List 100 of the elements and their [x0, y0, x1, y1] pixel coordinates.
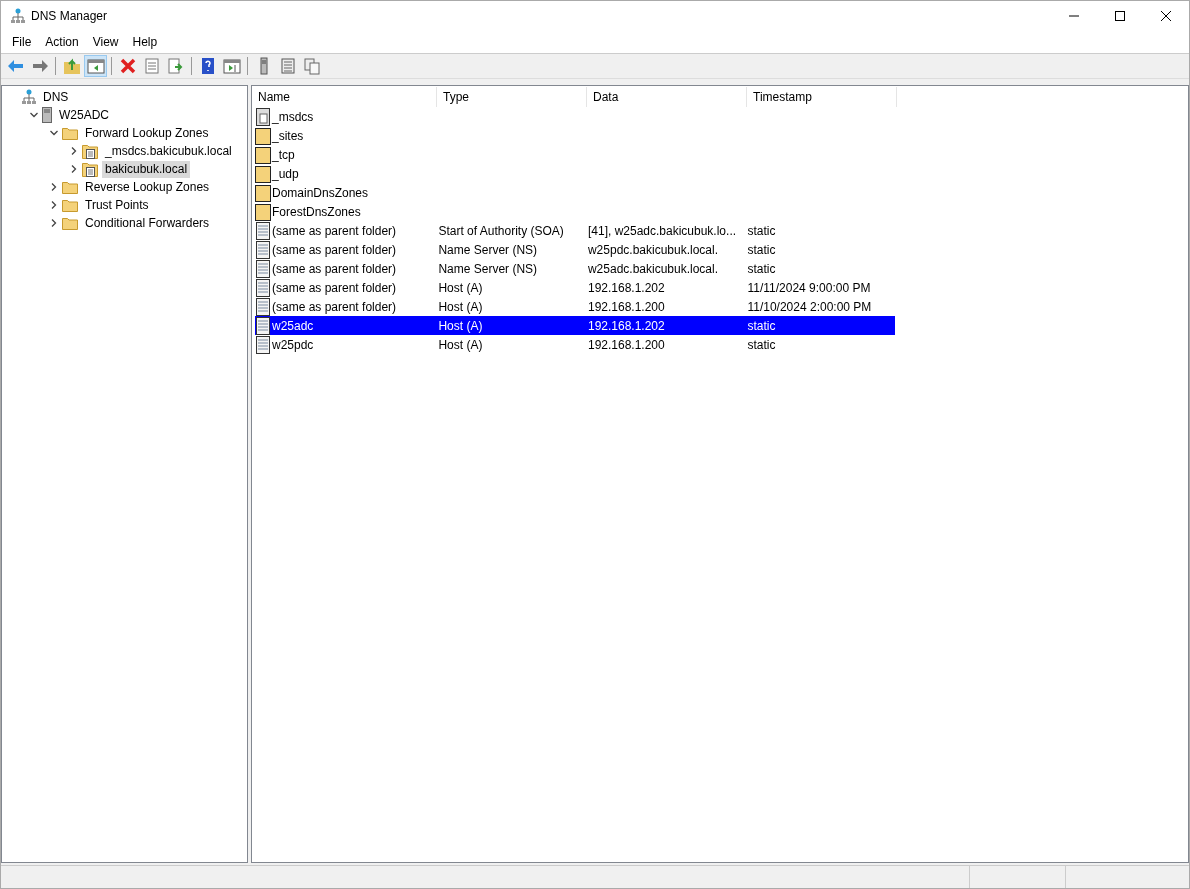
action-pane-icon [222, 57, 241, 75]
table-cell-text: static [746, 242, 777, 257]
window-title: DNS Manager [31, 9, 109, 23]
network-icon [22, 89, 36, 105]
table-cell-text: w25pdc [271, 337, 315, 352]
delete-icon [118, 57, 137, 75]
column-header[interactable]: Data [587, 87, 747, 107]
table-row[interactable]: _msdcs [255, 107, 895, 126]
table-row[interactable]: (same as parent folder) Start of Authority (SOA) [41], w25adc.bakicubuk.lo... static [255, 221, 895, 240]
chevron-right-icon[interactable] [49, 200, 59, 210]
chevron-right-icon[interactable] [69, 164, 79, 174]
tree-item[interactable]: DNS [40, 88, 72, 106]
folder-icon [255, 202, 271, 221]
table-cell-text: w25adc [271, 318, 315, 333]
list-icon [278, 57, 297, 75]
table-cell-text: _udp [271, 166, 300, 181]
folder-icon [255, 145, 271, 164]
folder-icon [255, 126, 271, 145]
maximize-icon [1114, 10, 1126, 22]
table-row[interactable]: _tcp [255, 145, 895, 164]
table-cell-text: (same as parent folder) [271, 223, 398, 238]
table-row[interactable]: ForestDnsZones [255, 202, 895, 221]
table-cell-text: Start of Authority (SOA) [437, 223, 565, 238]
properties-icon [142, 57, 161, 75]
chevron-down-icon[interactable] [29, 110, 39, 120]
record-icon [255, 221, 271, 240]
chevron-down-icon[interactable] [49, 128, 59, 138]
close-icon [1160, 10, 1172, 22]
chevron-right-icon[interactable] [49, 218, 59, 228]
table-cell-text: ForestDnsZones [271, 204, 362, 219]
server-icon [42, 107, 52, 123]
record-icon [255, 335, 271, 354]
tree-item[interactable]: Reverse Lookup Zones [82, 178, 213, 196]
folder-icon [255, 164, 271, 183]
table-cell-text: (same as parent folder) [271, 261, 398, 276]
panel-button[interactable] [84, 55, 107, 77]
table-cell-text: Host (A) [437, 337, 484, 352]
tree-item[interactable]: bakicubuk.local [102, 160, 191, 178]
table-cell-text: Name Server (NS) [437, 242, 539, 257]
record-icon [255, 259, 271, 278]
table-cell-text: 192.168.1.202 [586, 280, 666, 295]
copy-icon [302, 57, 321, 75]
network-icon [11, 8, 25, 24]
menu-item[interactable]: Action [38, 35, 86, 49]
export-icon [166, 57, 185, 75]
table-row[interactable]: _udp [255, 164, 895, 183]
forward-icon [30, 57, 49, 75]
table-cell-text: static [746, 337, 777, 352]
tree-item[interactable]: Forward Lookup Zones [82, 124, 212, 142]
table-cell-text: [41], w25adc.bakicubuk.lo... [586, 223, 738, 238]
table-row[interactable]: (same as parent folder) Host (A) 192.168.1.202 11/11/2024 9:00:00 PM [255, 278, 895, 297]
table-row[interactable]: w25adc Host (A) 192.168.1.202 static [255, 316, 895, 335]
table-row[interactable]: _sites [255, 126, 895, 145]
table-row[interactable]: DomainDnsZones [255, 183, 895, 202]
folder-icon [62, 198, 78, 212]
table-cell-text: Host (A) [437, 318, 484, 333]
table-cell-text: static [746, 318, 777, 333]
table-cell-text: Host (A) [437, 280, 484, 295]
tree-item[interactable]: Conditional Forwarders [82, 214, 213, 232]
table-cell-text: static [746, 261, 777, 276]
table-cell-text: (same as parent folder) [271, 280, 398, 295]
tree-item[interactable]: W25ADC [56, 106, 112, 124]
column-header[interactable]: Name [252, 87, 437, 107]
folder-icon [62, 126, 78, 140]
record-icon [255, 240, 271, 259]
folder-icon [62, 216, 78, 230]
table-cell-text: Name Server (NS) [437, 261, 539, 276]
zone-icon [255, 107, 271, 126]
folder-icon [62, 180, 78, 194]
table-cell-text: (same as parent folder) [271, 299, 398, 314]
column-header[interactable]: Type [437, 87, 587, 107]
table-cell-text: 11/10/2024 2:00:00 PM [746, 299, 873, 314]
table-row[interactable]: (same as parent folder) Name Server (NS) w25adc.bakicubuk.local. static [255, 259, 895, 278]
chevron-right-icon[interactable] [49, 182, 59, 192]
chevron-right-icon[interactable] [69, 146, 79, 156]
table-cell-text: 192.168.1.200 [586, 337, 666, 352]
folder-icon [255, 183, 271, 202]
tree-item[interactable]: Trust Points [82, 196, 152, 214]
table-cell-text: static [746, 223, 777, 238]
table-cell-text: w25pdc.bakicubuk.local. [586, 242, 720, 257]
column-header[interactable]: Timestamp [747, 87, 897, 107]
zone-folder-icon [82, 161, 98, 177]
table-cell-text: 192.168.1.202 [586, 318, 666, 333]
tree-item[interactable]: _msdcs.bakicubuk.local [102, 142, 235, 160]
table-row[interactable]: (same as parent folder) Name Server (NS) w25pdc.bakicubuk.local. static [255, 240, 895, 259]
menu-item[interactable]: View [85, 35, 126, 49]
table-row[interactable]: w25pdc Host (A) 192.168.1.200 static [255, 335, 895, 354]
menu-item[interactable]: Help [125, 35, 165, 49]
table-cell-text: w25adc.bakicubuk.local. [586, 261, 720, 276]
table-row[interactable]: (same as parent folder) Host (A) 192.168.1.200 11/10/2024 2:00:00 PM [255, 297, 895, 316]
record-icon [255, 278, 271, 297]
record-icon [255, 297, 271, 316]
panel-icon [86, 57, 105, 75]
table-cell-text: 192.168.1.200 [586, 299, 666, 314]
table-cell-text: _tcp [271, 147, 296, 162]
menu-item[interactable]: File [5, 35, 39, 49]
table-cell-text: 11/11/2024 9:00:00 PM [746, 280, 872, 295]
table-cell-text: _sites [271, 128, 305, 143]
table-cell-text: DomainDnsZones [271, 185, 370, 200]
table-cell-text: Host (A) [437, 299, 484, 314]
